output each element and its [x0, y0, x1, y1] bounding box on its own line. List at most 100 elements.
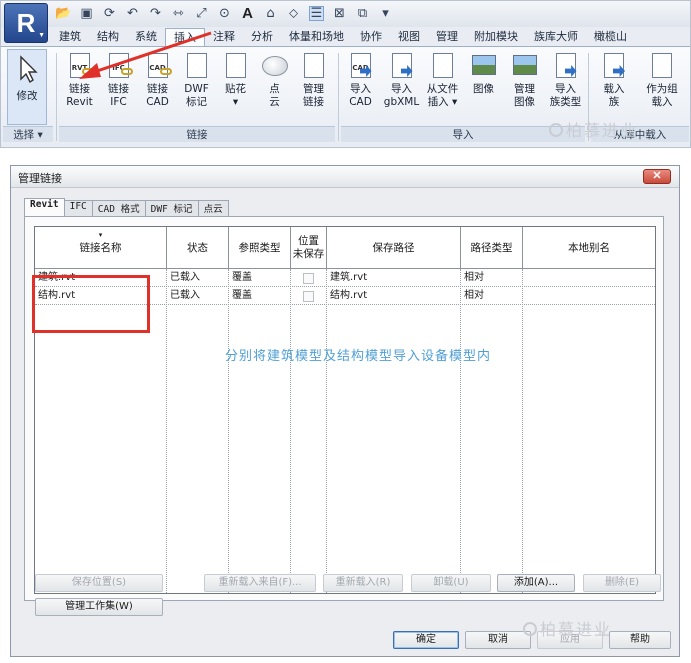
column-header[interactable]: 参照类型 — [229, 227, 291, 269]
import-cad-button[interactable]: CAD 导入 CAD — [341, 51, 380, 109]
dialog-tab[interactable]: DWF 标记 — [144, 200, 199, 216]
button-label-line2: 云 — [269, 96, 280, 108]
column-header-label: 路径类型 — [470, 241, 513, 254]
column-header[interactable]: ▾ 链接名称 — [35, 227, 167, 269]
column-divider — [228, 269, 229, 593]
customize-qat-icon[interactable]: ▾ — [378, 6, 393, 21]
image-icon — [469, 51, 499, 81]
dimension-icon[interactable]: ⤢ — [194, 6, 209, 21]
column-header[interactable]: 路径类型 — [461, 227, 523, 269]
reload-button[interactable]: 重新载入(R) — [323, 574, 403, 592]
redo-icon[interactable]: ↷ — [148, 6, 163, 21]
manage-image-icon — [510, 51, 540, 81]
ribbon-tab[interactable]: 视图 — [390, 28, 428, 46]
select-panel-label[interactable]: 选择 ▾ — [3, 126, 53, 142]
link-panel-label: 链接 — [59, 126, 335, 142]
ribbon-tab[interactable]: 体量和场地 — [281, 28, 352, 46]
table-cell-unsaved — [291, 288, 327, 305]
dialog-titlebar[interactable]: 管理链接 ✕ — [11, 166, 679, 188]
switch-windows-icon[interactable]: ⧉ — [355, 6, 370, 21]
unload-button[interactable]: 卸载(U) — [411, 574, 491, 592]
ribbon-tab[interactable]: 橄榄山 — [586, 28, 635, 46]
button-label-line1: 图像 — [473, 83, 494, 95]
dialog-tab[interactable]: 点云 — [197, 200, 229, 216]
load-as-group-button[interactable]: 作为组 载入 — [639, 51, 685, 109]
remove-button[interactable]: 删除(E) — [583, 574, 661, 592]
close-icon: ✕ — [652, 170, 662, 182]
chevron-down-icon: ▼ — [38, 32, 45, 39]
image-button[interactable]: 图像 — [464, 51, 503, 96]
manage-links-button[interactable]: 管理 链接 — [295, 51, 332, 109]
column-divider — [290, 269, 291, 593]
reload-from-button[interactable]: 重新载入来自(F)... — [204, 574, 316, 592]
manage-links-icon — [299, 51, 329, 81]
cancel-button[interactable]: 取消 — [465, 631, 531, 649]
manage-image-button[interactable]: 管理 图像 — [505, 51, 544, 109]
separator — [56, 53, 57, 141]
document-shape — [432, 53, 453, 78]
manage-worksets-button[interactable]: 管理工作集(W) — [35, 598, 163, 616]
app-logo: R — [16, 7, 36, 38]
button-label-line2: 族 — [608, 96, 620, 108]
ribbon-tab[interactable]: 族库大师 — [526, 28, 586, 46]
button-label-line1: 导入 — [350, 83, 371, 95]
dialog-tab[interactable]: Revit — [24, 198, 65, 216]
close-button[interactable]: ✕ — [643, 169, 671, 184]
dialog-tab[interactable]: CAD 格式 — [91, 200, 146, 216]
table-cell-unsaved — [291, 270, 327, 287]
load-family-button[interactable]: 载入族 — [591, 51, 637, 109]
ok-button[interactable]: 确定 — [393, 631, 459, 649]
3d-view-icon[interactable]: ⌂ — [263, 6, 278, 21]
import-gbxml-button[interactable]: 导入 gbXML — [382, 51, 421, 109]
undo-icon[interactable]: ↶ — [125, 6, 140, 21]
help-button[interactable]: 帮助 — [609, 631, 671, 649]
paw-logo-icon — [549, 123, 563, 137]
ribbon-tab[interactable]: 协作 — [352, 28, 390, 46]
column-header[interactable]: 位置 未保存 — [291, 227, 327, 269]
close-hidden-icon[interactable]: ⊠ — [332, 6, 347, 21]
ribbon-tab[interactable]: 分析 — [243, 28, 281, 46]
dialog-title: 管理链接 — [18, 172, 62, 185]
button-label-line2: 族类型 — [549, 96, 582, 108]
tag-icon[interactable]: ⊙ — [217, 6, 232, 21]
import-family-types-button[interactable]: 导入 族类型 — [546, 51, 585, 109]
separator — [338, 53, 339, 141]
cursor-arrow-icon — [12, 54, 42, 84]
button-label-line1: 链接 — [69, 83, 90, 95]
button-label-line2: Revit — [66, 96, 93, 108]
text-icon[interactable]: A — [240, 5, 255, 22]
save-icon[interactable]: ▣ — [79, 6, 94, 21]
table-cell-status: 已载入 — [170, 290, 200, 301]
column-header[interactable]: 本地别名 — [523, 227, 655, 269]
table-cell-ref-type: 覆盖 — [232, 290, 252, 301]
cloud-shape — [261, 56, 288, 76]
picture-shape — [512, 55, 537, 75]
position-unsaved-checkbox[interactable] — [303, 291, 314, 302]
column-divider — [460, 269, 461, 593]
point-cloud-button[interactable]: 点云 — [256, 51, 293, 109]
save-location-button[interactable]: 保存位置(S) — [35, 574, 163, 592]
ribbon-tab[interactable]: 附加模块 — [466, 28, 526, 46]
measure-icon[interactable]: ⇿ — [171, 6, 186, 21]
table-cell-path: 建筑.rvt — [330, 272, 368, 283]
revit-ribbon: 📂 ▣ ⟳ ↶ ↷ ⇿ ⤢ ⊙ A ⌂ ⬦ ☰ ⊠ ⧉ ▾ R ▼ 建筑 结构 系统… — [0, 0, 691, 148]
add-button[interactable]: 添加(A)... — [497, 574, 575, 592]
button-label-line1: 导入 — [391, 83, 412, 95]
open-icon[interactable]: 📂 — [55, 6, 71, 21]
button-label-line1: 管理 — [303, 83, 324, 95]
position-unsaved-checkbox[interactable] — [303, 273, 314, 284]
decal-button[interactable]: 贴花 ▾ — [217, 51, 254, 109]
modify-button[interactable]: 修改 — [7, 49, 47, 125]
thin-lines-icon[interactable]: ☰ — [309, 6, 324, 21]
column-header[interactable]: 状态 — [167, 227, 229, 269]
button-label-line1: 从文件 — [426, 83, 459, 95]
ribbon-tab[interactable]: 管理 — [428, 28, 466, 46]
insert-from-file-button[interactable]: 从文件 插入 ▾ — [423, 51, 462, 109]
application-menu-button[interactable]: R ▼ — [4, 3, 48, 43]
section-icon[interactable]: ⬦ — [286, 6, 301, 21]
column-header[interactable]: 保存路径 — [327, 227, 461, 269]
column-header-label: 位置 未保存 — [292, 235, 325, 260]
button-label-line2: ▾ — [232, 96, 239, 108]
sync-icon[interactable]: ⟳ — [102, 6, 117, 21]
dialog-tab[interactable]: IFC — [63, 200, 93, 216]
